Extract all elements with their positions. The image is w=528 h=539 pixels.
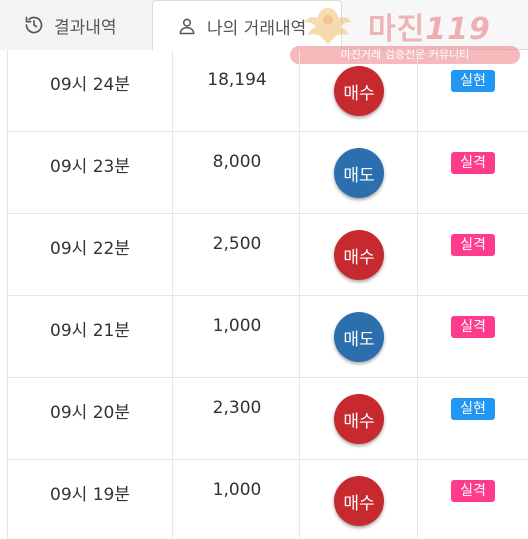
trade-time: 09시 21분: [50, 321, 130, 341]
history-icon: [24, 15, 44, 35]
amount-cell: 2,300: [172, 378, 299, 459]
table-row: 09시 20분 2,300 매수 실현: [7, 378, 528, 460]
result-cell: 실격: [417, 460, 528, 539]
table-row: 09시 19분 1,000 매수 실격: [7, 460, 528, 539]
amount-cell: 8,000: [172, 132, 299, 213]
side-cell: 매수: [299, 378, 417, 459]
tab-my-trades[interactable]: 나의 거래내역: [152, 0, 342, 51]
status-badge: 실현: [451, 70, 495, 92]
trade-time: 09시 24분: [50, 75, 130, 95]
trade-amount: 1,000: [212, 480, 262, 500]
time-cell: 09시 21분: [7, 296, 172, 377]
sell-badge: 매도: [334, 148, 384, 198]
trade-amount: 8,000: [212, 152, 262, 172]
tab-results-label: 결과내역: [54, 17, 117, 38]
result-cell: 실격: [417, 132, 528, 213]
result-cell: 실현: [417, 378, 528, 459]
trade-amount: 18,194: [207, 70, 267, 90]
trade-time: 09시 22분: [50, 239, 130, 259]
side-cell: 매수: [299, 214, 417, 295]
tab-results[interactable]: 결과내역: [0, 0, 152, 50]
time-cell: 09시 24분: [7, 50, 172, 131]
trade-time: 09시 20분: [50, 403, 130, 423]
user-icon: [177, 16, 197, 36]
side-cell: 매도: [299, 296, 417, 377]
status-badge: 실격: [451, 316, 495, 338]
table-row: 09시 23분 8,000 매도 실격: [7, 132, 528, 214]
result-cell: 실현: [417, 50, 528, 131]
time-cell: 09시 23분: [7, 132, 172, 213]
table-row: 09시 21분 1,000 매도 실격: [7, 296, 528, 378]
side-cell: 매수: [299, 460, 417, 539]
trade-time: 09시 23분: [50, 157, 130, 177]
side-cell: 매수: [299, 50, 417, 131]
time-cell: 09시 22분: [7, 214, 172, 295]
buy-badge: 매수: [334, 66, 384, 116]
sell-badge: 매도: [334, 312, 384, 362]
result-cell: 실격: [417, 214, 528, 295]
status-badge: 실격: [451, 234, 495, 256]
trade-amount: 2,500: [212, 234, 262, 254]
amount-cell: 1,000: [172, 460, 299, 539]
tab-my-trades-label: 나의 거래내역: [207, 18, 307, 39]
trade-table: 09시 24분 18,194 매수 실현 09시 23분 8,000 매도 실격 09시 22분…: [7, 50, 528, 539]
trade-time: 09시 19분: [50, 485, 130, 505]
status-badge: 실격: [451, 152, 495, 174]
buy-badge: 매수: [334, 230, 384, 280]
trade-amount: 2,300: [212, 398, 262, 418]
status-badge: 실격: [451, 480, 495, 502]
result-cell: 실격: [417, 296, 528, 377]
time-cell: 09시 19분: [7, 460, 172, 539]
table-row: 09시 22분 2,500 매수 실격: [7, 214, 528, 296]
trade-history-app: 결과내역 나의 거래내역 마진119 마진거래 검증전문 커뮤니티 09시 24…: [0, 0, 528, 539]
amount-cell: 2,500: [172, 214, 299, 295]
amount-cell: 18,194: [172, 50, 299, 131]
time-cell: 09시 20분: [7, 378, 172, 459]
buy-badge: 매수: [334, 476, 384, 526]
side-cell: 매도: [299, 132, 417, 213]
amount-cell: 1,000: [172, 296, 299, 377]
trade-amount: 1,000: [212, 316, 262, 336]
table-row: 09시 24분 18,194 매수 실현: [7, 50, 528, 132]
buy-badge: 매수: [334, 394, 384, 444]
tab-bar: 결과내역 나의 거래내역: [0, 0, 528, 51]
status-badge: 실현: [451, 398, 495, 420]
